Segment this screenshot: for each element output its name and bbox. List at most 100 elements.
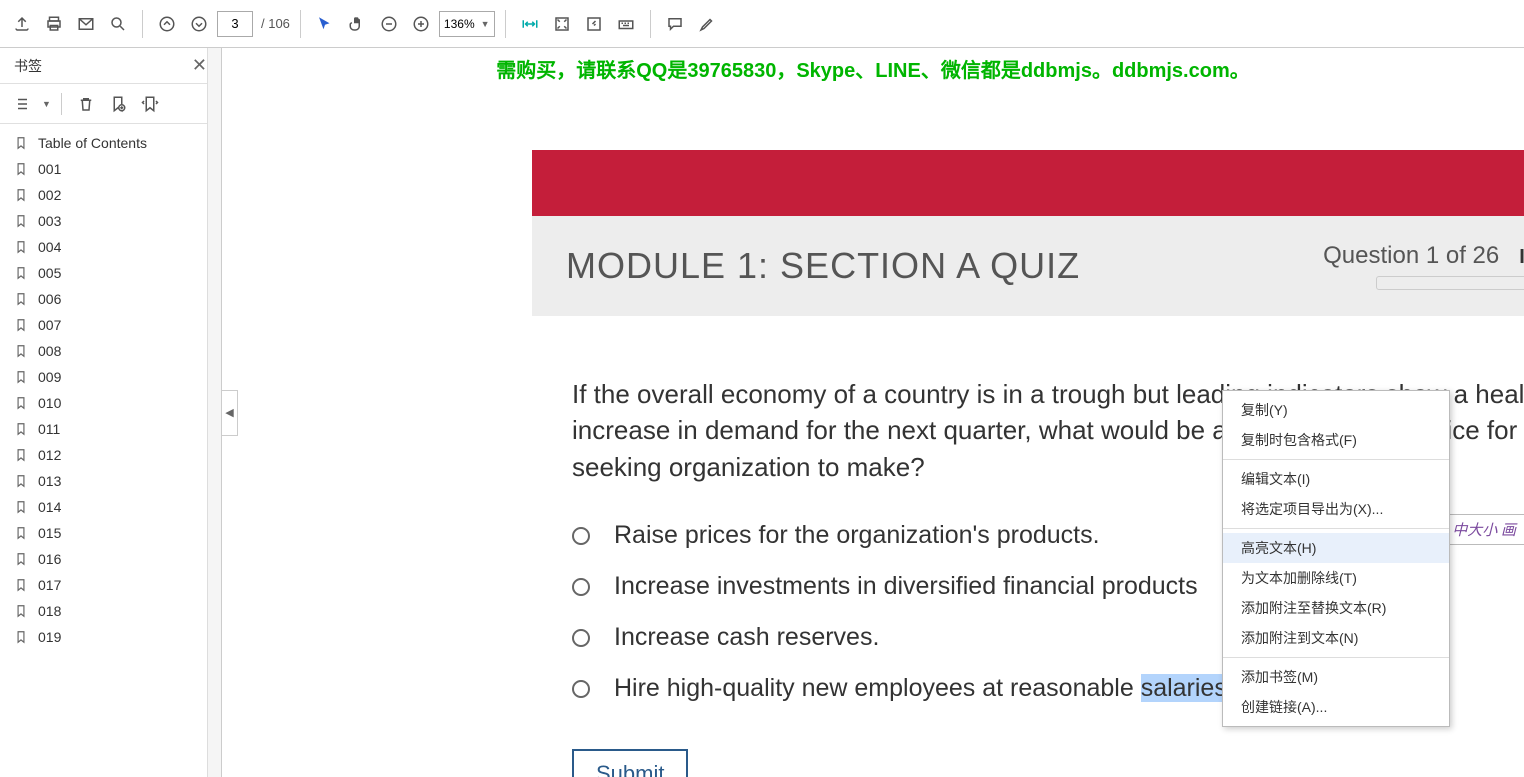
separator (650, 10, 651, 38)
separator (61, 93, 62, 115)
trash-icon[interactable] (72, 90, 100, 118)
page-down-icon[interactable] (185, 10, 213, 38)
context-menu-item[interactable]: 复制时包含格式(F) (1223, 425, 1449, 455)
bookmark-item[interactable]: 007 (0, 312, 221, 338)
bookmarks-sidebar: 书签 ✕ ▼ Table of Contents 001 002003004005 0… (0, 48, 222, 777)
red-banner (532, 150, 1524, 216)
radio-icon[interactable] (572, 629, 590, 647)
add-bookmark-icon[interactable] (104, 90, 132, 118)
toolbar: / 106 136%▼ (0, 0, 1524, 48)
bookmark-item[interactable]: 016 (0, 546, 221, 572)
context-menu-item[interactable]: 编辑文本(I) (1223, 464, 1449, 494)
chevron-down-icon: ▼ (481, 19, 490, 29)
bookmark-icon (14, 187, 28, 203)
context-menu-item[interactable]: 高亮文本(H) (1223, 533, 1449, 563)
radio-icon[interactable] (572, 578, 590, 596)
keyboard-icon[interactable] (612, 10, 640, 38)
header-band: MODULE 1: SECTION A QUIZ Question 1 of 2… (532, 216, 1524, 316)
context-menu-item[interactable]: 添加附注至替换文本(R) (1223, 593, 1449, 623)
search-icon[interactable] (104, 10, 132, 38)
bookmark-item[interactable]: 001 (0, 156, 221, 182)
bookmark-list[interactable]: Table of Contents00100200300400500600700… (0, 124, 221, 777)
zoom-select[interactable]: 136% ▼ (439, 11, 495, 37)
print-icon[interactable] (40, 10, 68, 38)
bookmark-item[interactable]: 018 (0, 598, 221, 624)
bookmark-icon (14, 447, 28, 463)
question-meta: Question 1 of 26 Item: 1-a-4-1-01 (1323, 242, 1524, 290)
select-tool-icon[interactable] (311, 10, 339, 38)
separator (505, 10, 506, 38)
context-menu-item[interactable]: 复制(Y) (1223, 395, 1449, 425)
context-menu-item[interactable]: 为文本加删除线(T) (1223, 563, 1449, 593)
context-menu-item[interactable]: 将选定项目导出为(X)... (1223, 494, 1449, 524)
bookmark-icon (14, 317, 28, 333)
bookmark-icon (14, 629, 28, 645)
hand-tool-icon[interactable] (343, 10, 371, 38)
fit-page-icon[interactable] (548, 10, 576, 38)
bookmark-item[interactable]: 013 (0, 468, 221, 494)
zoom-in-icon[interactable] (407, 10, 435, 38)
bookmark-label: 001 (38, 161, 61, 177)
outline-icon[interactable] (10, 90, 38, 118)
bookmark-item[interactable]: 012 (0, 442, 221, 468)
fit-width-icon[interactable] (516, 10, 544, 38)
page-up-icon[interactable] (153, 10, 181, 38)
page-input[interactable] (217, 11, 253, 37)
highlight-tool-icon[interactable] (693, 10, 721, 38)
option-text: Increase investments in diversified fina… (614, 572, 1198, 601)
bookmark-item[interactable]: Table of Contents (0, 130, 221, 156)
bookmark-item[interactable]: 015 (0, 520, 221, 546)
context-menu-item[interactable]: 创建链接(A)... (1223, 692, 1449, 722)
bookmark-icon (14, 291, 28, 307)
progress-bar (1376, 276, 1524, 290)
bookmark-icon (14, 343, 28, 359)
context-menu: 复制(Y)复制时包含格式(F) 编辑文本(I)将选定项目导出为(X)... 高亮文本… (1222, 390, 1450, 727)
option-text: Raise prices for the organization's prod… (614, 521, 1100, 550)
bookmark-item[interactable]: 019 (0, 624, 221, 650)
submit-button[interactable]: Submit (572, 749, 688, 777)
comment-icon[interactable] (661, 10, 689, 38)
bookmark-item[interactable]: 005 (0, 260, 221, 286)
side-watermark-tab: 中大小 画 (1443, 514, 1524, 545)
fullscreen-icon[interactable] (580, 10, 608, 38)
content-area: ◀ 需购买，请联系QQ是39765830，Skype、LINE、微信都是ddbm… (222, 48, 1524, 777)
collapse-sidebar-handle[interactable]: ◀ (222, 390, 238, 436)
bookmark-icon (14, 265, 28, 281)
context-menu-item[interactable]: 添加书签(M) (1223, 662, 1449, 692)
radio-icon[interactable] (572, 527, 590, 545)
bookmark-item[interactable]: 017 (0, 572, 221, 598)
bookmark-item[interactable]: 003 (0, 208, 221, 234)
sidebar-header: 书签 ✕ (0, 48, 221, 84)
bookmark-label: 012 (38, 447, 61, 463)
zoom-out-icon[interactable] (375, 10, 403, 38)
bookmark-item[interactable]: 008 (0, 338, 221, 364)
bookmark-label: 017 (38, 577, 61, 593)
menu-separator (1223, 528, 1449, 529)
bookmark-item[interactable]: 004 (0, 234, 221, 260)
bookmark-item[interactable]: 014 (0, 494, 221, 520)
bookmark-icon (14, 603, 28, 619)
context-menu-item[interactable]: 添加附注到文本(N) (1223, 623, 1449, 653)
question-number: Question 1 of 26 (1323, 242, 1499, 270)
expand-bookmarks-icon[interactable] (136, 90, 164, 118)
upload-icon[interactable] (8, 10, 36, 38)
radio-icon[interactable] (572, 680, 590, 698)
bookmark-label: 006 (38, 291, 61, 307)
bookmark-item[interactable]: 011 (0, 416, 221, 442)
watermark-text: 需购买，请联系QQ是39765830，Skype、LINE、微信都是ddbmjs… (222, 54, 1524, 83)
menu-separator (1223, 459, 1449, 460)
bookmark-label: Table of Contents (38, 135, 147, 151)
sidebar-tools: ▼ (0, 84, 221, 124)
bookmark-item[interactable]: 006 (0, 286, 221, 312)
bookmark-item[interactable]: 010 (0, 390, 221, 416)
zoom-value: 136% (444, 17, 475, 31)
bookmark-icon (14, 213, 28, 229)
mail-icon[interactable] (72, 10, 100, 38)
bookmark-icon (14, 161, 28, 177)
main: 书签 ✕ ▼ Table of Contents 001 002003004005 0… (0, 48, 1524, 777)
bookmark-item[interactable]: 002 (0, 182, 221, 208)
close-icon[interactable]: ✕ (192, 55, 207, 76)
bookmark-icon (14, 499, 28, 515)
bookmark-item[interactable]: 009 (0, 364, 221, 390)
sidebar-scrollbar[interactable] (207, 48, 221, 777)
